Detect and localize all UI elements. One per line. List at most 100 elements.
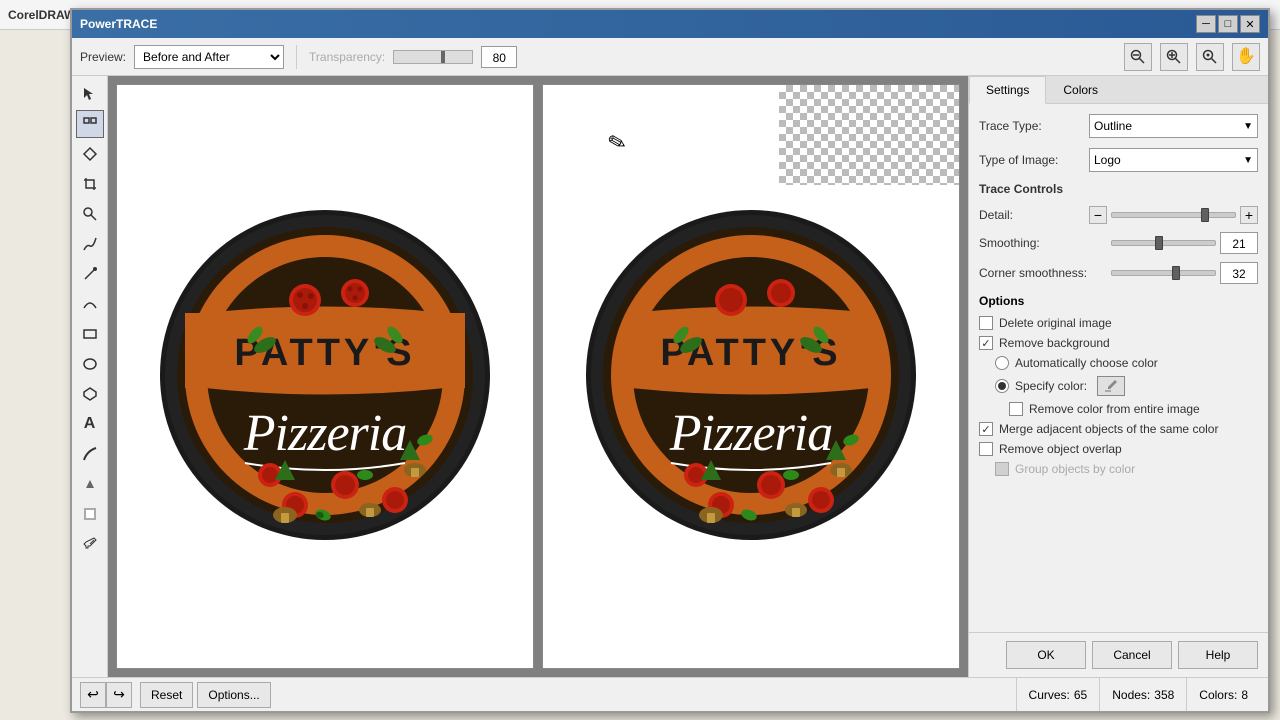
smart-fill-tool[interactable]	[76, 500, 104, 528]
after-panel: ✎	[542, 84, 960, 669]
pan-button[interactable]: ✋	[1232, 43, 1260, 71]
auto-color-radio[interactable]	[995, 356, 1009, 370]
delete-original-label: Delete original image	[999, 316, 1112, 330]
eyedropper-tool[interactable]	[76, 530, 104, 558]
dialog-maximize-button[interactable]: □	[1218, 15, 1238, 33]
text-tool[interactable]: A	[76, 410, 104, 438]
preview-label: Preview:	[80, 50, 126, 64]
preview-dropdown[interactable]: Before and After Before After Wireframe …	[134, 45, 284, 69]
corner-value[interactable]: 32	[1220, 262, 1258, 284]
artistic-media-tool[interactable]	[76, 440, 104, 468]
svg-text:Pizzeria: Pizzeria	[243, 405, 406, 462]
ok-button[interactable]: OK	[1006, 641, 1086, 669]
smoothing-thumb[interactable]	[1155, 236, 1163, 250]
smoothing-value[interactable]: 21	[1220, 232, 1258, 254]
detail-row: Detail: − +	[979, 206, 1258, 224]
colors-value: 8	[1241, 688, 1248, 702]
detail-track[interactable]	[1111, 212, 1236, 218]
zoom-out-button[interactable]	[1124, 43, 1152, 71]
ellipse-tool[interactable]	[76, 350, 104, 378]
tab-settings[interactable]: Settings	[969, 76, 1046, 104]
transparency-indicator	[779, 85, 959, 185]
zoom-in-button[interactable]	[1160, 43, 1188, 71]
smoothing-slider-container: 21	[1089, 232, 1258, 254]
detail-plus[interactable]: +	[1240, 206, 1258, 224]
dialog-buttons: OK Cancel Help	[969, 632, 1268, 677]
transparency-slider[interactable]	[393, 50, 473, 64]
tab-colors[interactable]: Colors	[1046, 76, 1115, 103]
trace-type-arrow: ▼	[1243, 121, 1253, 132]
detail-minus[interactable]: −	[1089, 206, 1107, 224]
curves-value: 65	[1074, 688, 1087, 702]
remove-background-label: Remove background	[999, 336, 1110, 350]
nodes-label: Nodes:	[1112, 688, 1150, 702]
corel-title: CorelDRAW	[8, 8, 75, 22]
corner-label: Corner smoothness:	[979, 266, 1089, 280]
merge-adjacent-row: Merge adjacent objects of the same color	[979, 422, 1258, 436]
undo-button[interactable]: ↩	[80, 682, 106, 708]
tabs-container: Settings Colors	[969, 76, 1268, 104]
color-picker-button[interactable]	[1097, 376, 1125, 396]
cancel-button[interactable]: Cancel	[1092, 641, 1172, 669]
type-of-image-arrow: ▼	[1243, 155, 1253, 166]
type-of-image-dropdown[interactable]: Logo ▼	[1089, 148, 1258, 172]
trace-type-label: Trace Type:	[979, 119, 1089, 133]
auto-color-label: Automatically choose color	[1015, 356, 1158, 370]
select-tool[interactable]	[76, 80, 104, 108]
remove-color-image-checkbox[interactable]	[1009, 402, 1023, 416]
nodes-stat: Nodes: 358	[1099, 678, 1186, 711]
nodes-value: 358	[1154, 688, 1174, 702]
interactive-fill-tool[interactable]	[76, 470, 104, 498]
main-content: A	[72, 76, 1268, 677]
after-pizza-image: PATTY'S Pizzeria	[581, 205, 921, 548]
auto-color-row: Automatically choose color	[979, 356, 1258, 370]
dialog-toolbar: Preview: Before and After Before After W…	[72, 38, 1268, 76]
crop-tool[interactable]	[76, 170, 104, 198]
delete-original-checkbox[interactable]	[979, 316, 993, 330]
smoothing-label: Smoothing:	[979, 236, 1089, 250]
zoom-fit-button[interactable]	[1196, 43, 1224, 71]
specify-color-label: Specify color:	[1015, 379, 1087, 393]
type-of-image-value: Logo	[1094, 153, 1121, 167]
toolbar-separator	[296, 45, 297, 69]
transform-tool[interactable]	[76, 140, 104, 168]
reset-button[interactable]: Reset	[140, 682, 193, 708]
trace-type-dropdown[interactable]: Outline ▼	[1089, 114, 1258, 138]
specify-color-row: Specify color:	[979, 376, 1258, 396]
type-of-image-row: Type of Image: Logo ▼	[979, 148, 1258, 172]
colors-label: Colors:	[1199, 688, 1237, 702]
remove-color-image-label: Remove color from entire image	[1029, 402, 1200, 416]
remove-overlap-checkbox[interactable]	[979, 442, 993, 456]
right-panel: Settings Colors Trace Type: Outline ▼	[968, 76, 1268, 677]
detail-thumb[interactable]	[1201, 208, 1209, 222]
help-button[interactable]: Help	[1178, 641, 1258, 669]
specify-color-radio[interactable]	[995, 379, 1009, 393]
detail-slider-container: − +	[1089, 206, 1258, 224]
smoothing-row: Smoothing: 21	[979, 232, 1258, 254]
smart-draw-tool[interactable]	[76, 290, 104, 318]
svg-text:PATTY'S: PATTY'S	[660, 332, 841, 374]
remove-background-checkbox[interactable]	[979, 336, 993, 350]
status-bar: ↩ ↪ Reset Options... Curves: 65 Nodes: 3…	[72, 677, 1268, 711]
pen-tool[interactable]	[76, 260, 104, 288]
dialog-minimize-button[interactable]: ─	[1196, 15, 1216, 33]
rect-tool[interactable]	[76, 320, 104, 348]
dialog-title-controls: ─ □ ✕	[1196, 15, 1260, 33]
pencil-cursor: ✎	[605, 128, 630, 158]
freehand-tool[interactable]	[76, 230, 104, 258]
remove-color-image-row: Remove color from entire image	[979, 402, 1258, 416]
corner-track[interactable]	[1111, 270, 1216, 276]
dialog-close-button[interactable]: ✕	[1240, 15, 1260, 33]
trace-type-row: Trace Type: Outline ▼	[979, 114, 1258, 138]
corner-thumb[interactable]	[1172, 266, 1180, 280]
polygon-tool[interactable]	[76, 380, 104, 408]
shape-tool[interactable]	[76, 110, 104, 138]
options-button[interactable]: Options...	[197, 682, 270, 708]
remove-background-row: Remove background	[979, 336, 1258, 350]
redo-button[interactable]: ↪	[106, 682, 132, 708]
zoom-tool[interactable]	[76, 200, 104, 228]
delete-original-row: Delete original image	[979, 316, 1258, 330]
colors-stat: Colors: 8	[1186, 678, 1260, 711]
smoothing-track[interactable]	[1111, 240, 1216, 246]
merge-adjacent-checkbox[interactable]	[979, 422, 993, 436]
